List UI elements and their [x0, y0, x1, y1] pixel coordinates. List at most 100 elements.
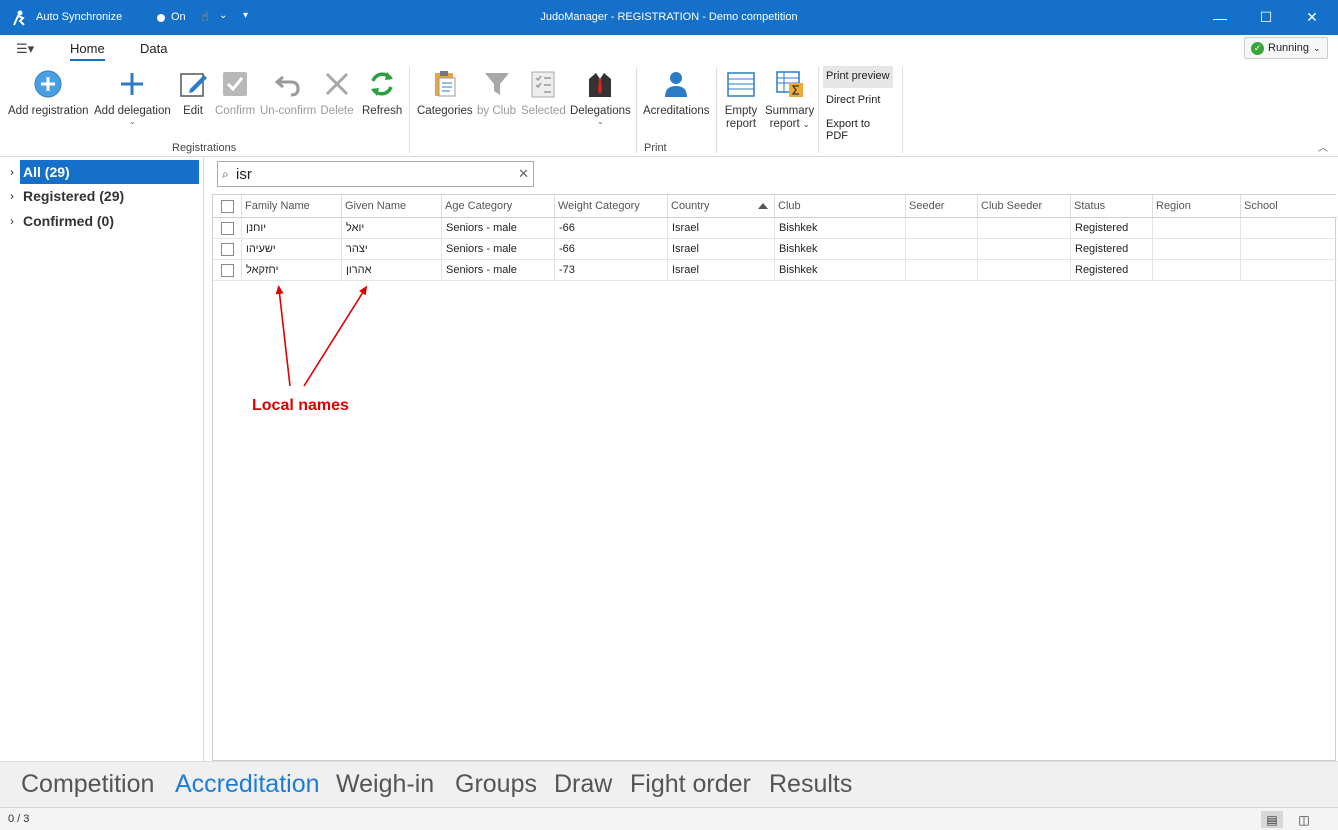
acreditations-button[interactable]: Acreditations: [643, 67, 709, 118]
confirm-button[interactable]: Confirm: [215, 67, 255, 118]
cell-country: Israel: [668, 260, 775, 281]
registrations-group-label: Registrations: [172, 142, 237, 154]
close-window-button[interactable]: ✕: [1289, 0, 1335, 35]
app-menu-icon[interactable]: ☰▾: [16, 41, 34, 57]
grid-header: Family Name Given Name Age Category Weig…: [213, 195, 1337, 218]
expand-arrow-icon[interactable]: ›: [4, 214, 20, 228]
table-row[interactable]: ישעיהו יצהר Seniors - male -66 Israel Bi…: [213, 239, 1337, 260]
collapse-ribbon-icon[interactable]: ︿: [1318, 139, 1328, 154]
tree-item-registered[interactable]: › Registered (29): [4, 184, 199, 208]
column-header-age-category[interactable]: Age Category: [442, 195, 555, 217]
cell-school: [1241, 218, 1337, 239]
edit-icon: [176, 67, 210, 101]
empty-report-icon: [724, 67, 758, 101]
nav-draw[interactable]: Draw: [554, 770, 612, 799]
tab-data[interactable]: Data: [140, 41, 167, 56]
row-checkbox[interactable]: [221, 243, 234, 256]
nav-accreditation[interactable]: Accreditation: [175, 770, 320, 799]
search-icon: ⌕: [222, 167, 229, 181]
group-separator: [409, 67, 410, 153]
summary-report-label-2: report ⌄: [769, 118, 810, 130]
tree-item-confirmed[interactable]: › Confirmed (0): [4, 209, 199, 233]
tree-item-all[interactable]: › All (29): [4, 160, 199, 184]
group-separator: [636, 67, 637, 153]
empty-report-label-2: report: [725, 118, 757, 130]
empty-report-label: Empty: [724, 105, 758, 117]
minimize-button[interactable]: —: [1197, 0, 1243, 35]
edit-label: Edit: [183, 105, 203, 117]
nav-groups[interactable]: Groups: [455, 770, 537, 799]
summary-report-button[interactable]: Summary report ⌄: [765, 67, 814, 131]
delegations-button[interactable]: Delegations ⌄: [570, 67, 631, 126]
row-checkbox[interactable]: [221, 222, 234, 235]
add-registration-label: Add registration: [8, 105, 89, 117]
reading-view-icon[interactable]: ▤: [1261, 811, 1283, 828]
edit-button[interactable]: Edit: [176, 67, 210, 118]
cell-country: Israel: [668, 239, 775, 260]
nav-weigh-in[interactable]: Weigh-in: [336, 770, 434, 799]
empty-report-button[interactable]: Empty report: [724, 67, 758, 131]
column-header-family-name[interactable]: Family Name: [242, 195, 342, 217]
table-row[interactable]: יחזקאל אהרון Seniors - male -73 Israel B…: [213, 260, 1337, 281]
refresh-button[interactable]: Refresh: [362, 67, 402, 118]
nav-results[interactable]: Results: [769, 770, 852, 799]
cell-club: Bishkek: [775, 218, 906, 239]
refresh-icon: [365, 67, 399, 101]
acreditations-label: Acreditations: [643, 105, 710, 117]
running-status-label: Running: [1268, 42, 1309, 54]
tab-home[interactable]: Home: [70, 41, 105, 61]
delete-icon: [320, 67, 354, 101]
print-group-label: Print: [644, 142, 667, 154]
cell-family-name: יוחנן: [242, 218, 342, 239]
ribbon: Add registration Add delegation ⌄ Edit C…: [0, 63, 1338, 157]
maximize-button[interactable]: ☐: [1243, 0, 1289, 35]
cell-seeder: [906, 239, 978, 260]
by-club-button[interactable]: by Club: [477, 67, 516, 118]
categories-button[interactable]: Categories: [417, 67, 473, 118]
row-checkbox[interactable]: [221, 264, 234, 277]
cell-given-name: יואל: [342, 218, 442, 239]
column-header-seeder[interactable]: Seeder: [906, 195, 978, 217]
checklist-icon: [526, 67, 560, 101]
add-registration-button[interactable]: Add registration: [8, 67, 89, 118]
column-header-given-name[interactable]: Given Name: [342, 195, 442, 217]
cell-given-name: יצהר: [342, 239, 442, 260]
unconfirm-button[interactable]: Un-confirm: [260, 67, 316, 118]
direct-print-button[interactable]: Direct Print: [823, 90, 893, 112]
row-select-cell: [213, 260, 242, 281]
layout-view-icon[interactable]: ◫: [1293, 811, 1315, 828]
select-all-checkbox[interactable]: [221, 200, 234, 213]
column-header-weight-category[interactable]: Weight Category: [555, 195, 668, 217]
registrations-grid: Family Name Given Name Age Category Weig…: [212, 194, 1337, 761]
print-preview-button[interactable]: Print preview: [823, 66, 893, 88]
search-input[interactable]: [236, 165, 516, 183]
clear-search-icon[interactable]: ✕: [518, 166, 529, 182]
refresh-label: Refresh: [362, 105, 403, 117]
table-row[interactable]: יוחנן יואל Seniors - male -66 Israel Bis…: [213, 218, 1337, 239]
confirm-icon: [218, 67, 252, 101]
column-header-club[interactable]: Club: [775, 195, 906, 217]
nav-competition[interactable]: Competition: [21, 770, 154, 799]
cell-region: [1153, 239, 1241, 260]
tree-item-label: All (29): [20, 160, 199, 184]
expand-arrow-icon[interactable]: ›: [4, 165, 20, 179]
summary-report-icon: [773, 67, 807, 101]
running-status-dropdown[interactable]: ✓ Running ⌄: [1244, 37, 1328, 59]
cell-family-name: יחזקאל: [242, 260, 342, 281]
column-header-region[interactable]: Region: [1153, 195, 1241, 217]
column-header-club-seeder[interactable]: Club Seeder: [978, 195, 1071, 217]
delete-button[interactable]: Delete: [320, 67, 354, 118]
add-delegation-button[interactable]: Add delegation ⌄: [94, 67, 171, 126]
chevron-down-icon: ⌄: [802, 120, 810, 129]
column-header-status[interactable]: Status: [1071, 195, 1153, 217]
cell-status: Registered: [1071, 239, 1153, 260]
expand-arrow-icon[interactable]: ›: [4, 189, 20, 203]
column-header-school[interactable]: School: [1241, 195, 1337, 217]
nav-fight-order[interactable]: Fight order: [630, 770, 751, 799]
export-pdf-button[interactable]: Export to PDF: [823, 114, 893, 142]
selected-label: Selected: [521, 105, 566, 117]
selected-button[interactable]: Selected: [521, 67, 566, 118]
cell-seeder: [906, 218, 978, 239]
group-separator: [818, 67, 819, 153]
chevron-down-icon: ⌄: [1312, 42, 1321, 53]
